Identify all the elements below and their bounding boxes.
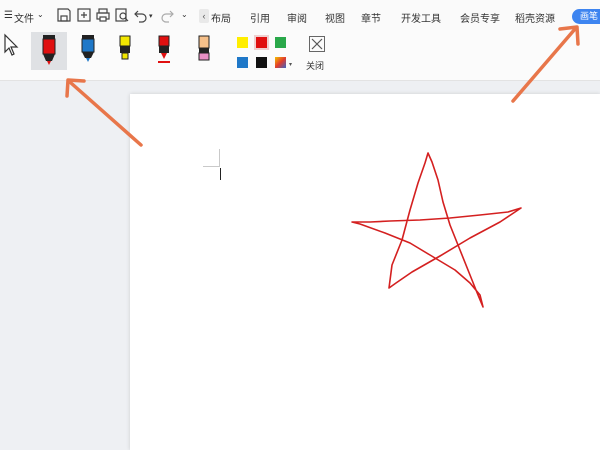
eraser-tool[interactable] <box>186 32 222 70</box>
text-cursor <box>220 168 221 180</box>
tab-view[interactable]: 视图 <box>325 10 345 25</box>
color-red-swatch[interactable] <box>254 35 269 50</box>
document-page[interactable] <box>130 94 600 450</box>
undo-icon[interactable] <box>133 7 149 23</box>
red-marker-tool[interactable] <box>31 32 67 70</box>
cursor-icon <box>4 33 19 56</box>
select-cursor-tool[interactable] <box>0 32 21 70</box>
color-blue-swatch[interactable] <box>237 57 248 68</box>
tab-pen[interactable]: 画笔 <box>572 9 600 24</box>
tab-member[interactable]: 会员专享 <box>460 10 500 25</box>
save-icon[interactable] <box>56 7 72 23</box>
export-pdf-icon[interactable] <box>76 7 92 23</box>
more-dropdown-icon[interactable]: ⌄ <box>181 10 188 19</box>
blue-marker-icon <box>81 35 95 62</box>
yellow-highlighter-tool[interactable] <box>107 32 143 70</box>
tab-docer-resources[interactable]: 稻壳资源 <box>515 10 555 25</box>
tab-references[interactable]: 引用 <box>250 10 270 25</box>
red-pen-tool[interactable] <box>146 32 182 70</box>
chevron-down-icon[interactable]: ⌄ <box>37 10 44 19</box>
blue-marker-tool[interactable] <box>70 32 106 70</box>
margin-corner-mark-vertical <box>219 149 220 167</box>
close-pen-button[interactable]: 关闭 <box>306 36 328 72</box>
print-preview-icon[interactable] <box>114 7 130 23</box>
color-black-swatch[interactable] <box>256 57 267 68</box>
undo-dropdown-icon[interactable]: ▾ <box>149 12 153 20</box>
close-label: 关闭 <box>306 61 325 71</box>
tabs-scroll-left-icon[interactable]: ‹ <box>199 9 209 23</box>
more-colors-dropdown-icon[interactable]: ▾ <box>289 61 292 68</box>
hamburger-icon[interactable]: ☰ <box>4 10 13 21</box>
tab-section[interactable]: 章节 <box>361 10 381 25</box>
more-colors-swatch[interactable] <box>275 57 286 68</box>
yellow-highlighter-icon <box>119 35 131 60</box>
redo-icon[interactable] <box>159 7 175 23</box>
close-icon <box>309 36 325 52</box>
tab-review[interactable]: 审阅 <box>287 10 307 25</box>
margin-corner-mark <box>203 166 220 167</box>
menu-bar: ☰ 文件 ⌄ ▾ ⌄ ‹ 布局 引用 审阅 视图 章节 开发工具 会员专享 稻壳… <box>0 0 600 30</box>
tab-developer[interactable]: 开发工具 <box>401 10 441 25</box>
color-green-swatch[interactable] <box>275 37 286 48</box>
color-yellow-swatch[interactable] <box>237 37 248 48</box>
file-menu[interactable]: 文件 <box>14 10 34 25</box>
tab-layout[interactable]: 布局 <box>211 10 231 25</box>
eraser-icon <box>198 35 210 61</box>
print-icon[interactable] <box>95 7 111 23</box>
red-marker-icon <box>42 35 56 65</box>
red-pen-icon <box>158 35 170 63</box>
